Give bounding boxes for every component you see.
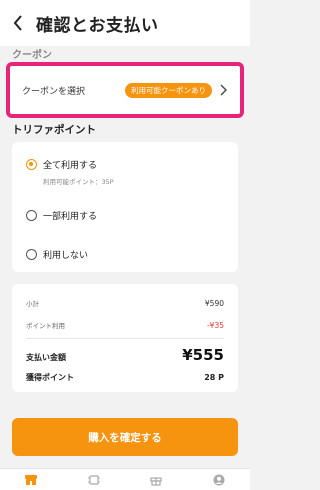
points-used-value: -¥35 bbox=[206, 321, 224, 330]
points-section-label: トリファポイント bbox=[12, 124, 96, 136]
chevron-left-icon bbox=[13, 15, 22, 31]
total-value: ¥555 bbox=[182, 346, 224, 364]
available-points-text: 利用可能ポイント：35P bbox=[43, 178, 114, 186]
points-option-label: 一部利用する bbox=[43, 212, 98, 222]
tab-store[interactable] bbox=[17, 470, 45, 490]
coupon-select-label: クーポンを選択 bbox=[22, 86, 86, 97]
coupon-section-label: クーポン bbox=[12, 50, 52, 61]
header: 確認とお支払い bbox=[0, 0, 250, 46]
earned-points-row: 獲得ポイント 28 P bbox=[26, 372, 224, 383]
points-option-label: 全て利用する bbox=[43, 161, 98, 171]
payment-summary: 小計 ¥590 ポイント利用 -¥35 支払い金額 ¥555 獲得ポイント 28… bbox=[12, 284, 238, 392]
radio-icon[interactable] bbox=[26, 210, 37, 221]
store-icon bbox=[25, 474, 38, 485]
points-option-label: 利用しない bbox=[43, 251, 89, 261]
points-option-none[interactable]: 利用しない bbox=[26, 248, 88, 261]
points-card: 全て利用する 利用可能ポイント：35P 一部利用する 利用しない bbox=[12, 142, 238, 272]
coupon-available-badge: 利用可能クーポンあり bbox=[125, 82, 212, 98]
subtotal-label: 小計 bbox=[26, 300, 39, 308]
radio-icon[interactable] bbox=[26, 249, 37, 260]
points-used-row: ポイント利用 -¥35 bbox=[26, 320, 224, 330]
tab-profile[interactable] bbox=[205, 470, 233, 490]
points-option-all[interactable]: 全て利用する 利用可能ポイント：35P bbox=[26, 158, 114, 186]
chip-icon bbox=[87, 474, 100, 485]
total-row: 支払い金額 ¥555 bbox=[26, 346, 224, 364]
subtotal-value: ¥590 bbox=[204, 299, 224, 308]
tab-sim[interactable] bbox=[80, 470, 108, 490]
total-label: 支払い金額 bbox=[26, 353, 66, 362]
coupon-select-row[interactable]: クーポンを選択 利用可能クーポンあり bbox=[6, 62, 244, 118]
page-title: 確認とお支払い bbox=[36, 15, 159, 36]
gift-icon bbox=[150, 476, 162, 486]
points-option-partial[interactable]: 一部利用する bbox=[26, 209, 97, 222]
radio-selected-icon[interactable] bbox=[26, 159, 37, 170]
earned-points-label: 獲得ポイント bbox=[26, 373, 74, 382]
chevron-right-icon bbox=[220, 84, 230, 96]
confirm-purchase-button[interactable]: 購入を確定する bbox=[12, 418, 238, 456]
earned-points-value: 28 P bbox=[204, 373, 224, 382]
points-used-label: ポイント利用 bbox=[26, 322, 65, 330]
back-button[interactable] bbox=[4, 0, 32, 46]
subtotal-row: 小計 ¥590 bbox=[26, 298, 224, 308]
bottom-tab-bar bbox=[0, 468, 250, 490]
tab-gift[interactable] bbox=[142, 470, 170, 490]
profile-icon bbox=[213, 474, 225, 485]
divider bbox=[26, 338, 224, 339]
